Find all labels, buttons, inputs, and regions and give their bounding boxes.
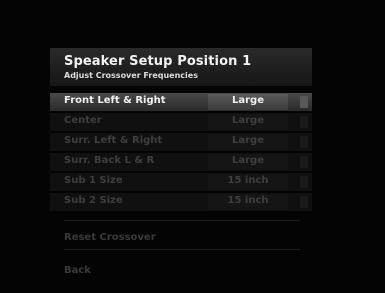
settings-panel: Speaker Setup Position 1 Adjust Crossove… <box>50 48 312 288</box>
speaker-setup-screen: Speaker Setup Position 1 Adjust Crossove… <box>0 0 385 293</box>
setting-value: Large <box>232 115 264 126</box>
setting-row-surr-left-right[interactable]: Surr. Left & Right Large <box>50 133 312 151</box>
row-edge-tab <box>300 136 308 148</box>
row-edge-tab <box>300 196 308 208</box>
setting-label: Surr. Back L & R <box>64 155 155 166</box>
back-button[interactable]: Back <box>64 265 91 276</box>
divider <box>64 249 300 250</box>
setting-value: Large <box>232 135 264 146</box>
setting-label: Front Left & Right <box>64 95 166 106</box>
settings-list: Front Left & Right Large Center Large Su… <box>50 93 312 213</box>
setting-value: Large <box>232 155 264 166</box>
header-bar: Speaker Setup Position 1 Adjust Crossove… <box>50 48 312 86</box>
setting-label: Surr. Left & Right <box>64 135 163 146</box>
setting-row-front-left-right[interactable]: Front Left & Right Large <box>50 93 312 111</box>
setting-label: Center <box>64 115 102 126</box>
setting-row-sub-2-size[interactable]: Sub 2 Size 15 inch <box>50 193 312 211</box>
setting-label: Sub 2 Size <box>64 195 123 206</box>
page-subtitle: Adjust Crossover Frequencies <box>64 71 198 80</box>
row-edge-tab <box>300 96 308 108</box>
setting-row-surr-back[interactable]: Surr. Back L & R Large <box>50 153 312 171</box>
setting-row-center[interactable]: Center Large <box>50 113 312 131</box>
setting-value: 15 inch <box>227 195 269 206</box>
page-title: Speaker Setup Position 1 <box>64 54 252 69</box>
setting-value: Large <box>232 95 264 106</box>
setting-row-sub-1-size[interactable]: Sub 1 Size 15 inch <box>50 173 312 191</box>
row-edge-tab <box>300 156 308 168</box>
divider <box>64 220 300 221</box>
setting-value: 15 inch <box>227 175 269 186</box>
setting-label: Sub 1 Size <box>64 175 123 186</box>
row-edge-tab <box>300 116 308 128</box>
row-edge-tab <box>300 176 308 188</box>
reset-crossover-button[interactable]: Reset Crossover <box>64 232 156 243</box>
